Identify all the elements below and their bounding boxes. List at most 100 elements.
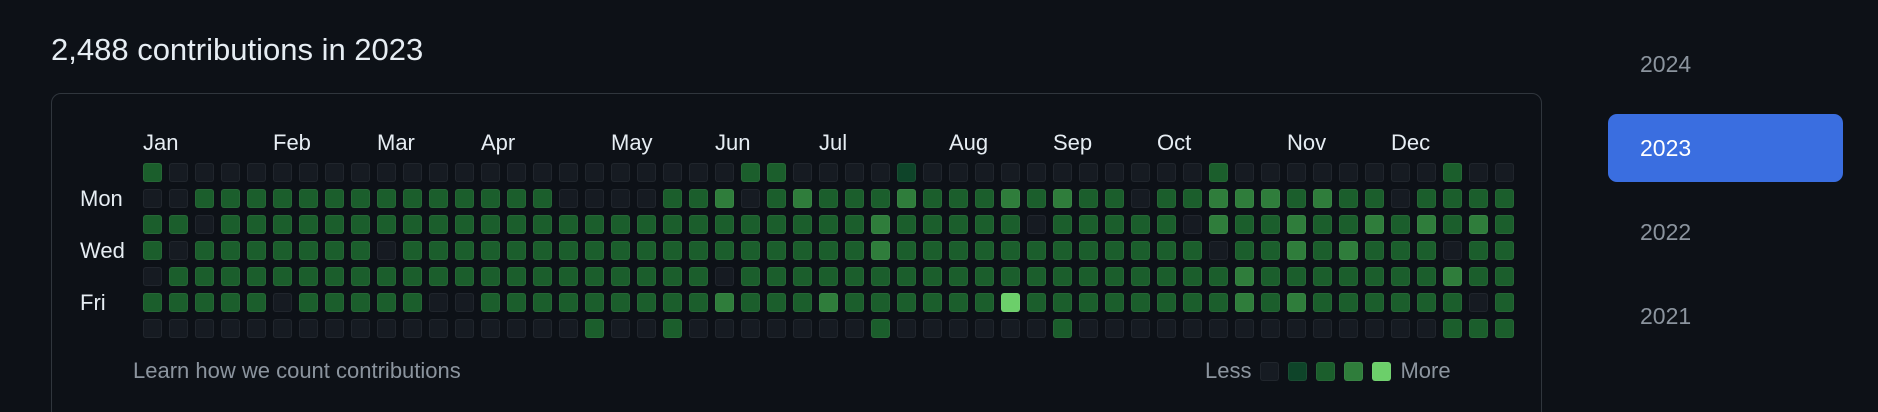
contribution-day[interactable] — [871, 293, 890, 312]
contribution-day[interactable] — [351, 267, 370, 286]
contribution-day[interactable] — [195, 189, 214, 208]
contribution-day[interactable] — [1339, 241, 1358, 260]
contribution-day[interactable] — [871, 189, 890, 208]
contribution-day[interactable] — [1469, 241, 1488, 260]
contribution-day[interactable] — [1079, 267, 1098, 286]
contribution-day[interactable] — [1157, 319, 1176, 338]
contribution-day[interactable] — [351, 319, 370, 338]
contribution-day[interactable] — [845, 267, 864, 286]
contribution-day[interactable] — [481, 189, 500, 208]
contribution-day[interactable] — [1339, 189, 1358, 208]
contribution-day[interactable] — [637, 215, 656, 234]
contribution-day[interactable] — [1469, 319, 1488, 338]
contribution-day[interactable] — [923, 267, 942, 286]
contribution-day[interactable] — [455, 163, 474, 182]
contribution-day[interactable] — [975, 293, 994, 312]
contribution-day[interactable] — [1105, 215, 1124, 234]
contribution-day[interactable] — [949, 241, 968, 260]
contribution-day[interactable] — [1105, 241, 1124, 260]
contribution-day[interactable] — [585, 163, 604, 182]
contribution-day[interactable] — [1417, 189, 1436, 208]
contribution-day[interactable] — [1105, 163, 1124, 182]
contribution-day[interactable] — [1183, 293, 1202, 312]
contribution-day[interactable] — [1365, 215, 1384, 234]
contribution-day[interactable] — [481, 215, 500, 234]
contribution-day[interactable] — [1183, 163, 1202, 182]
contribution-day[interactable] — [299, 189, 318, 208]
contribution-day[interactable] — [1235, 319, 1254, 338]
contribution-day[interactable] — [1391, 189, 1410, 208]
contribution-day[interactable] — [1495, 241, 1514, 260]
contribution-day[interactable] — [923, 241, 942, 260]
contribution-day[interactable] — [819, 241, 838, 260]
contribution-day[interactable] — [637, 293, 656, 312]
contribution-day[interactable] — [1261, 241, 1280, 260]
contribution-day[interactable] — [793, 241, 812, 260]
contribution-day[interactable] — [559, 293, 578, 312]
contribution-day[interactable] — [819, 215, 838, 234]
contribution-day[interactable] — [923, 293, 942, 312]
contribution-day[interactable] — [741, 267, 760, 286]
contribution-day[interactable] — [507, 163, 526, 182]
contribution-day[interactable] — [767, 241, 786, 260]
contribution-day[interactable] — [845, 163, 864, 182]
contribution-day[interactable] — [1313, 241, 1332, 260]
contribution-day[interactable] — [1417, 215, 1436, 234]
contribution-day[interactable] — [611, 241, 630, 260]
contribution-day[interactable] — [1001, 215, 1020, 234]
contribution-day[interactable] — [689, 241, 708, 260]
contribution-day[interactable] — [1001, 241, 1020, 260]
year-button-2022[interactable]: 2022 — [1608, 198, 1843, 266]
contribution-day[interactable] — [507, 293, 526, 312]
contribution-day[interactable] — [845, 241, 864, 260]
contribution-day[interactable] — [1417, 241, 1436, 260]
contribution-day[interactable] — [871, 319, 890, 338]
contribution-day[interactable] — [689, 189, 708, 208]
contribution-day[interactable] — [1417, 319, 1436, 338]
contribution-day[interactable] — [143, 293, 162, 312]
contribution-day[interactable] — [325, 267, 344, 286]
contribution-day[interactable] — [819, 293, 838, 312]
contribution-day[interactable] — [793, 267, 812, 286]
contribution-day[interactable] — [273, 215, 292, 234]
contribution-day[interactable] — [533, 215, 552, 234]
contribution-day[interactable] — [299, 319, 318, 338]
contribution-day[interactable] — [1157, 267, 1176, 286]
contribution-day[interactable] — [1339, 319, 1358, 338]
contribution-day[interactable] — [1391, 319, 1410, 338]
contribution-day[interactable] — [689, 267, 708, 286]
contribution-day[interactable] — [533, 293, 552, 312]
contribution-day[interactable] — [533, 319, 552, 338]
contribution-day[interactable] — [767, 293, 786, 312]
contribution-day[interactable] — [1365, 319, 1384, 338]
contribution-day[interactable] — [767, 163, 786, 182]
contribution-day[interactable] — [429, 163, 448, 182]
contribution-day[interactable] — [143, 189, 162, 208]
contribution-day[interactable] — [871, 163, 890, 182]
contribution-day[interactable] — [1495, 163, 1514, 182]
contribution-day[interactable] — [1001, 267, 1020, 286]
contribution-day[interactable] — [1443, 241, 1462, 260]
contribution-day[interactable] — [1131, 163, 1150, 182]
contribution-day[interactable] — [1495, 189, 1514, 208]
contribution-day[interactable] — [1365, 163, 1384, 182]
contribution-day[interactable] — [221, 293, 240, 312]
contribution-day[interactable] — [767, 215, 786, 234]
contribution-day[interactable] — [169, 293, 188, 312]
contribution-day[interactable] — [195, 163, 214, 182]
contribution-day[interactable] — [221, 215, 240, 234]
contribution-day[interactable] — [585, 189, 604, 208]
contribution-day[interactable] — [169, 267, 188, 286]
contribution-day[interactable] — [1365, 293, 1384, 312]
contribution-day[interactable] — [715, 319, 734, 338]
contribution-day[interactable] — [637, 163, 656, 182]
contribution-day[interactable] — [1001, 319, 1020, 338]
contribution-day[interactable] — [533, 163, 552, 182]
contribution-day[interactable] — [221, 163, 240, 182]
contribution-day[interactable] — [1053, 293, 1072, 312]
contribution-day[interactable] — [663, 319, 682, 338]
contribution-day[interactable] — [1287, 163, 1306, 182]
contribution-day[interactable] — [585, 293, 604, 312]
contribution-day[interactable] — [1157, 241, 1176, 260]
contribution-day[interactable] — [455, 293, 474, 312]
